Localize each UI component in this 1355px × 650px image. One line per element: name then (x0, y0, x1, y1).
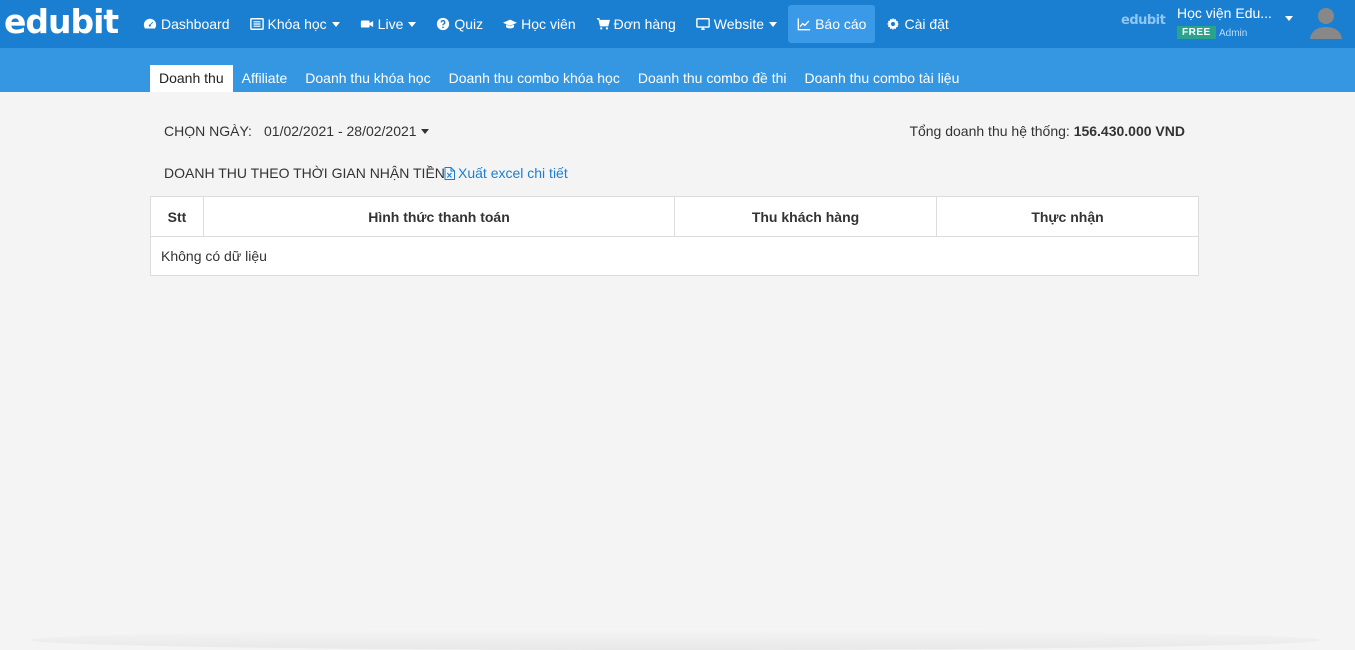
subtabs: Doanh thu Affiliate Doanh thu khóa học D… (150, 65, 968, 92)
school-logo: edubit (1121, 13, 1166, 28)
tab-course-revenue[interactable]: Doanh thu khóa học (296, 65, 439, 92)
nav-item-quiz[interactable]: Quiz (427, 5, 492, 43)
section-title: DOANH THU THEO THỜI GIAN NHẬN TIỀN (164, 165, 445, 181)
nav-item-reports[interactable]: Báo cáo (788, 5, 876, 43)
nav-item-courses[interactable]: Khóa học (241, 5, 349, 43)
table-header: Stt Hình thức thanh toán Thu khách hàng … (151, 197, 1198, 237)
tab-affiliate[interactable]: Affiliate (233, 65, 297, 92)
nav-item-website[interactable]: Website (687, 5, 786, 43)
caret-down-icon (331, 21, 340, 27)
nav-item-students[interactable]: Học viên (494, 5, 584, 43)
list-icon (249, 17, 264, 31)
nav-label: Khóa học (267, 16, 327, 32)
nav-item-dashboard[interactable]: Dashboard (134, 5, 239, 43)
question-circle-icon (436, 17, 450, 31)
column-header-customer-collected: Thu khách hàng (675, 197, 937, 236)
nav-item-orders[interactable]: Đơn hàng (587, 5, 685, 43)
edubit-logo[interactable]: edubit (4, 4, 119, 40)
graduation-cap-icon (503, 17, 518, 31)
system-total-revenue: Tổng doanh thu hệ thống: 156.430.000 VND (909, 123, 1185, 139)
caret-down-icon (420, 128, 429, 134)
user-name: Học viện Edu... (1177, 5, 1272, 21)
export-excel-link[interactable]: Xuất excel chi tiết (444, 165, 568, 181)
nav-label: Website (713, 16, 765, 32)
column-header-net-received: Thực nhận (1031, 208, 1104, 225)
empty-table-message: Không có dữ liệu (161, 248, 267, 264)
footer-shadow (30, 630, 1320, 650)
date-range-value: 01/02/2021 - 28/02/2021 (264, 123, 417, 139)
tab-course-combo-revenue[interactable]: Doanh thu combo khóa học (440, 65, 629, 92)
caret-down-icon (769, 21, 778, 27)
report-subnav: Doanh thu Affiliate Doanh thu khóa học D… (0, 48, 1355, 92)
video-camera-icon (360, 17, 374, 31)
nav-label: Báo cáo (815, 16, 867, 32)
nav-item-settings[interactable]: Cài đặt (877, 5, 957, 43)
date-range-picker[interactable]: 01/02/2021 - 28/02/2021 (264, 123, 429, 139)
nav-item-live[interactable]: Live (351, 5, 426, 43)
date-filter-label: CHỌN NGÀY: (164, 123, 252, 139)
column-header-stt: Stt (151, 197, 204, 236)
gear-icon (886, 17, 900, 31)
nav-label: Học viên (521, 16, 576, 32)
line-chart-icon (797, 17, 811, 31)
file-excel-icon (444, 166, 455, 180)
desktop-icon (695, 17, 710, 31)
revenue-table: Stt Hình thức thanh toán Thu khách hàng … (150, 196, 1199, 276)
plan-badge: FREE (1177, 26, 1216, 39)
nav-label: Đơn hàng (613, 16, 676, 32)
top-navbar: edubit Dashboard Khóa học Live Quiz Học … (0, 0, 1355, 48)
tab-exam-combo-revenue[interactable]: Doanh thu combo đề thi (629, 65, 796, 92)
nav-label: Dashboard (161, 16, 230, 32)
caret-down-icon (408, 21, 417, 27)
user-menu[interactable]: edubit Học viện Edu... FREE Admin (1115, 0, 1355, 48)
export-label: Xuất excel chi tiết (458, 165, 568, 181)
tab-revenue[interactable]: Doanh thu (150, 65, 233, 92)
total-label: Tổng doanh thu hệ thống: (909, 123, 1070, 139)
avatar[interactable] (1307, 3, 1345, 41)
shopping-cart-icon (596, 17, 610, 31)
nav-label: Cài đặt (904, 16, 949, 32)
total-value: 156.430.000 VND (1073, 123, 1185, 139)
main-nav: Dashboard Khóa học Live Quiz Học viên Đơ… (134, 0, 960, 48)
nav-label: Quiz (454, 16, 484, 32)
user-role: Admin (1219, 28, 1248, 39)
caret-down-icon[interactable] (1285, 16, 1293, 21)
nav-label: Live (377, 16, 404, 32)
column-header-payment-method: Hình thức thanh toán (204, 197, 675, 236)
tab-document-combo-revenue[interactable]: Doanh thu combo tài liệu (796, 65, 969, 92)
dashboard-icon (143, 17, 157, 31)
